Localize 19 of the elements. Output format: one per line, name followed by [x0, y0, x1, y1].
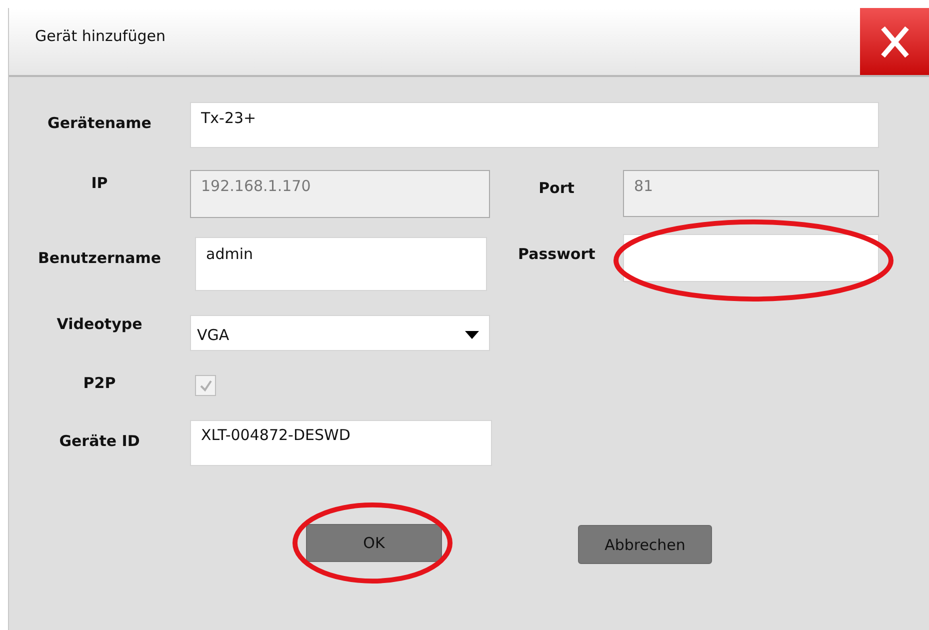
dropdown[interactable]: VGA — [190, 315, 490, 351]
field-label: P2P — [82, 374, 117, 392]
close-button[interactable] — [860, 8, 929, 75]
window-title: Gerät hinzufügen — [35, 26, 166, 44]
field-label: Passwort — [518, 244, 596, 263]
check-icon — [198, 378, 212, 392]
field-label: Videotype — [56, 315, 144, 333]
field-label: Benutzername — [36, 248, 162, 267]
field-label: Port — [538, 178, 576, 197]
caret-icon — [465, 331, 479, 339]
input-field[interactable]: admin — [195, 237, 487, 291]
field-label: Geräte ID — [58, 431, 141, 450]
field-label: IP — [90, 173, 109, 192]
field-label: Gerätename — [46, 113, 152, 132]
dialog-button[interactable]: OK — [306, 524, 442, 562]
dialog-button[interactable]: Abbrechen — [578, 525, 712, 564]
password-field[interactable] — [623, 234, 879, 282]
input-field[interactable]: XLT-004872-DESWD — [190, 420, 492, 466]
input-field[interactable]: Tx-23+ — [190, 102, 879, 148]
